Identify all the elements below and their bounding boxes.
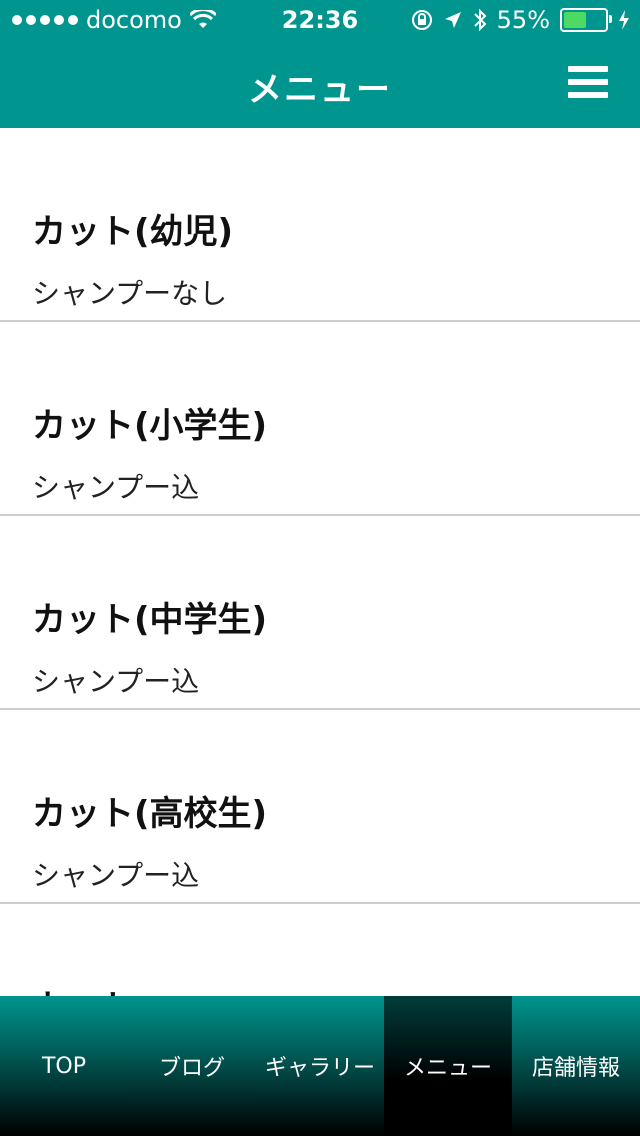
tab-top[interactable]: TOP xyxy=(0,996,128,1136)
menu-item-description: シャンプーなし xyxy=(32,277,228,310)
menu-item-name: カット(中学生) xyxy=(32,600,268,640)
menu-item[interactable]: カット(小学生) シャンプー込 xyxy=(0,322,640,516)
tab-gallery[interactable]: ギャラリー xyxy=(256,996,384,1136)
location-arrow-icon xyxy=(444,12,461,28)
bluetooth-icon xyxy=(473,8,487,32)
status-bar: docomo 22:36 55% xyxy=(0,0,640,40)
app-header: メニュー xyxy=(0,40,640,128)
hamburger-menu-icon[interactable] xyxy=(568,66,608,98)
menu-item-name: カット(高校生) xyxy=(32,794,268,834)
top-bar: docomo 22:36 55% メニュー xyxy=(0,0,640,128)
menu-item[interactable]: カット(中学生) シャンプー込 xyxy=(0,516,640,710)
tab-store-info[interactable]: 店舗情報 xyxy=(512,996,640,1136)
menu-item-name: カット(小学生) xyxy=(32,406,268,446)
battery-percentage: 55% xyxy=(496,6,550,34)
bottom-tab-bar: TOP ブログ ギャラリー メニュー 店舗情報 xyxy=(0,996,640,1136)
rotation-lock-icon xyxy=(411,10,432,30)
menu-item[interactable]: カット xyxy=(0,904,640,996)
page-title: メニュー xyxy=(248,70,392,110)
menu-item[interactable]: カット(幼児) シャンプーなし xyxy=(0,128,640,322)
menu-list: カット(幼児) シャンプーなし カット(小学生) シャンプー込 カット(中学生)… xyxy=(0,128,640,996)
charging-bolt-icon xyxy=(619,10,629,30)
menu-item-name: カット(幼児) xyxy=(32,212,234,252)
battery-icon xyxy=(560,8,612,32)
menu-item-description: シャンプー込 xyxy=(32,665,200,698)
tab-menu[interactable]: メニュー xyxy=(384,996,512,1136)
menu-item-description: シャンプー込 xyxy=(32,471,200,504)
menu-item-description: シャンプー込 xyxy=(32,859,200,892)
tab-blog[interactable]: ブログ xyxy=(128,996,256,1136)
menu-item-name: カット xyxy=(32,980,134,996)
menu-item[interactable]: カット(高校生) シャンプー込 xyxy=(0,710,640,904)
